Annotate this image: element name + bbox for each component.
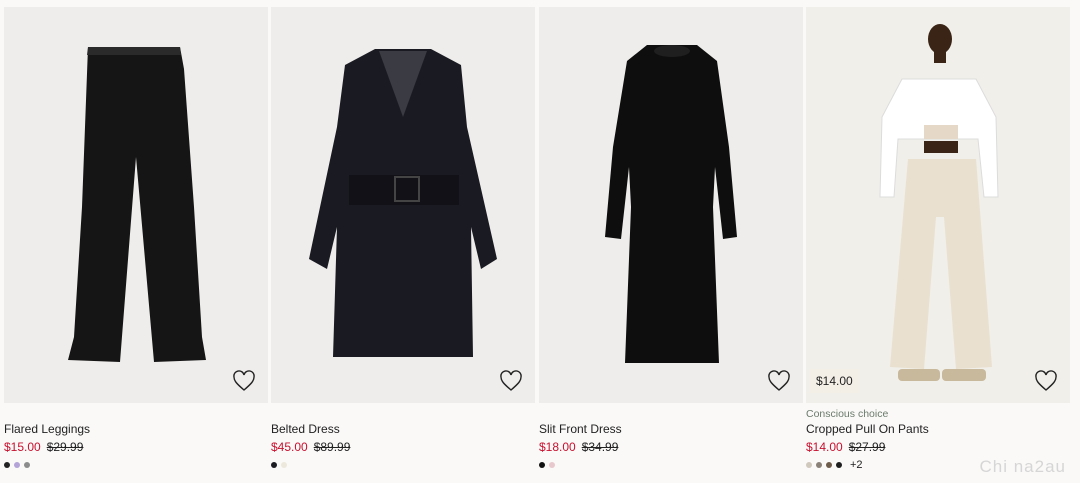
product-image[interactable]: $14.00 <box>806 7 1070 403</box>
color-swatches <box>539 459 803 471</box>
sale-price: $18.00 <box>539 440 576 454</box>
slit-front-dress-image <box>605 45 737 363</box>
product-card[interactable]: Belted Dress $45.00 $89.99 <box>271 7 535 483</box>
sale-price: $15.00 <box>4 440 41 454</box>
product-info: Belted Dress $45.00 $89.99 <box>271 407 535 471</box>
product-tag <box>271 407 535 421</box>
watermark-text: Chi na2au <box>979 457 1066 476</box>
product-name[interactable]: Cropped Pull On Pants <box>806 421 1070 437</box>
sale-price: $45.00 <box>271 440 308 454</box>
color-swatch[interactable] <box>271 462 277 468</box>
original-price: $34.99 <box>581 440 619 454</box>
product-card[interactable]: Slit Front Dress $18.00 $34.99 <box>539 7 803 483</box>
product-prices: $15.00 $29.99 <box>4 439 268 455</box>
product-name[interactable]: Flared Leggings <box>4 421 268 437</box>
favorite-heart-icon[interactable] <box>499 369 523 393</box>
color-swatch[interactable] <box>816 462 822 468</box>
favorite-heart-icon[interactable] <box>1034 369 1058 393</box>
color-swatch[interactable] <box>539 462 545 468</box>
color-swatch[interactable] <box>14 462 20 468</box>
product-image[interactable] <box>271 7 535 403</box>
product-name[interactable]: Belted Dress <box>271 421 535 437</box>
belted-dress-image <box>309 49 497 357</box>
flared-leggings-image <box>68 47 206 362</box>
product-info: Slit Front Dress $18.00 $34.99 <box>539 407 803 471</box>
product-tag: Conscious choice <box>806 408 889 420</box>
favorite-heart-icon[interactable] <box>232 369 256 393</box>
product-grid: Flared Leggings $15.00 $29.99 Belted Dres… <box>4 7 1076 483</box>
product-prices: $45.00 $89.99 <box>271 439 535 455</box>
product-image[interactable] <box>539 7 803 403</box>
product-image[interactable] <box>4 7 268 403</box>
color-swatch[interactable] <box>826 462 832 468</box>
color-swatch[interactable] <box>549 462 555 468</box>
more-colors-count[interactable]: +2 <box>850 459 863 471</box>
price-badge: $14.00 <box>810 369 859 393</box>
color-swatches <box>4 459 268 471</box>
favorite-heart-icon[interactable] <box>767 369 791 393</box>
color-swatch[interactable] <box>836 462 842 468</box>
sale-price: $14.00 <box>806 440 843 454</box>
product-prices: $14.00 $27.99 <box>806 439 1070 455</box>
color-swatch[interactable] <box>281 462 287 468</box>
color-swatch[interactable] <box>4 462 10 468</box>
original-price: $27.99 <box>848 440 886 454</box>
product-info: Flared Leggings $15.00 $29.99 <box>4 407 268 471</box>
product-tag <box>4 407 268 421</box>
product-name[interactable]: Slit Front Dress <box>539 421 803 437</box>
product-tag <box>539 407 803 421</box>
product-prices: $18.00 $34.99 <box>539 439 803 455</box>
color-swatch[interactable] <box>806 462 812 468</box>
original-price: $89.99 <box>313 440 351 454</box>
product-card[interactable]: $14.00 Conscious choice Cropped Pull On … <box>806 7 1070 483</box>
color-swatches <box>271 459 535 471</box>
cropped-pants-model-image <box>879 24 999 381</box>
color-swatch[interactable] <box>24 462 30 468</box>
product-card[interactable]: Flared Leggings $15.00 $29.99 <box>4 7 268 483</box>
original-price: $29.99 <box>46 440 84 454</box>
